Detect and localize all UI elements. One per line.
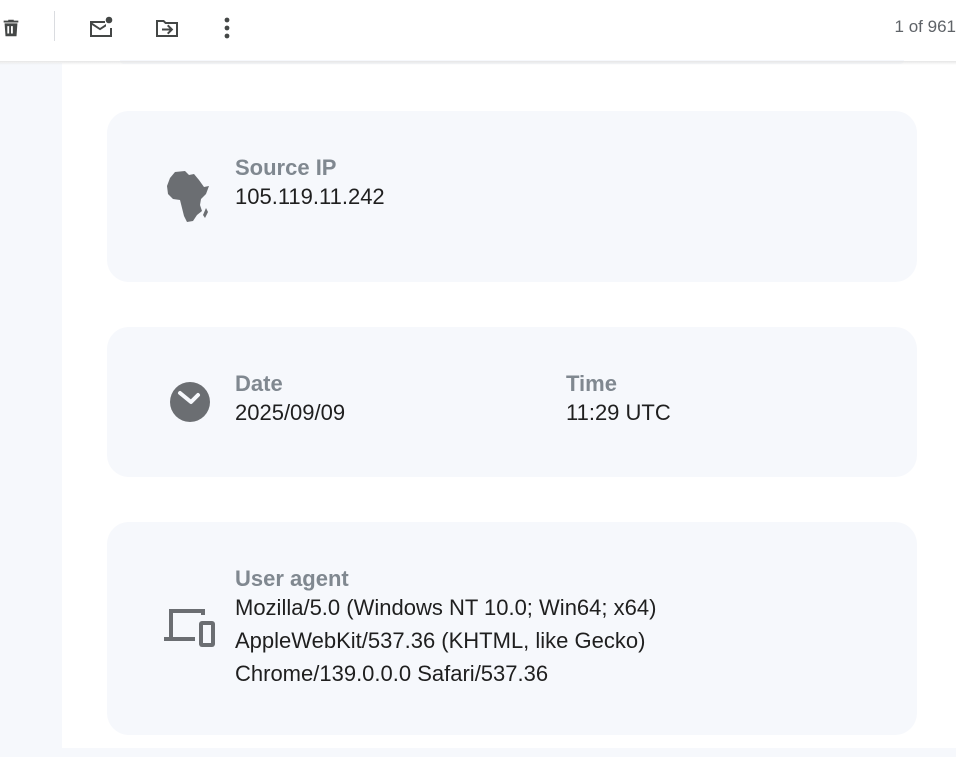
user-agent-line: Mozilla/5.0 (Windows NT 10.0; Win64; x64…: [235, 595, 657, 620]
source-ip-card: [107, 111, 917, 282]
africa-icon: [163, 170, 211, 229]
user-agent-line: AppleWebKit/537.36 (KHTML, like Gecko): [235, 628, 646, 653]
date-label: Date: [235, 371, 283, 396]
time-value: 11:29 UTC: [566, 400, 671, 425]
pagination-count: 1 of 961: [894, 17, 956, 36]
source-ip-value: 105.119.11.242: [235, 184, 385, 209]
source-ip-label: Source IP: [235, 155, 337, 180]
toolbar-shadow: [0, 61, 956, 65]
more-vert-icon: [223, 17, 231, 39]
mark-unread-button[interactable]: [81, 8, 121, 48]
trash-icon: [0, 17, 22, 39]
left-gutter: [0, 63, 62, 748]
devices-icon: [163, 607, 217, 654]
toolbar: 1 of 961: [0, 0, 956, 56]
user-agent-line: Chrome/139.0.0.0 Safari/537.36: [235, 661, 549, 686]
bottom-strip: [0, 748, 956, 757]
time-label: Time: [566, 371, 617, 396]
mark-unread-icon: [88, 15, 114, 41]
move-to-button[interactable]: [147, 8, 187, 48]
delete-button[interactable]: [0, 8, 31, 48]
user-agent-label: User agent: [235, 566, 349, 591]
user-agent-value: Mozilla/5.0 (Windows NT 10.0; Win64; x64…: [235, 591, 656, 690]
date-value: 2025/09/09: [235, 400, 346, 425]
date-time-card: [107, 327, 917, 477]
move-to-folder-icon: [154, 15, 180, 41]
clock-icon: [169, 381, 211, 428]
more-options-button[interactable]: [207, 8, 247, 48]
toolbar-divider: [54, 11, 55, 41]
